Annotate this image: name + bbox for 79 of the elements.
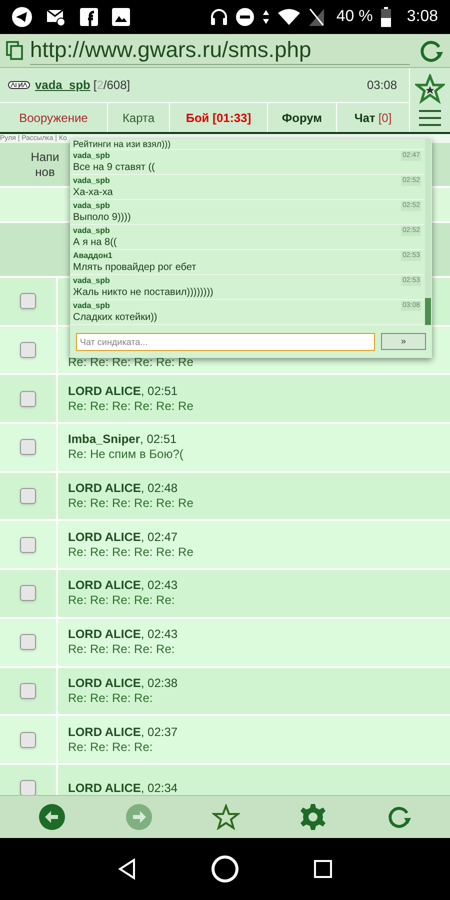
do-not-disturb-icon bbox=[236, 8, 254, 26]
message-sender-time: LORD ALICE, 02:43 bbox=[68, 627, 178, 642]
message-subject[interactable]: Re: Re: Re: Re: Re: Re bbox=[68, 398, 194, 414]
username-link[interactable]: vada_spb bbox=[35, 76, 90, 94]
nav-tab[interactable]: Бой [01:33] bbox=[170, 103, 268, 132]
mail-icon bbox=[46, 8, 66, 26]
checkbox[interactable] bbox=[20, 634, 36, 650]
scrollbar-thumb[interactable] bbox=[425, 298, 431, 325]
chat-author: vada_spb bbox=[73, 275, 110, 287]
chat-message: Ха-ха-ха bbox=[73, 186, 113, 198]
chat-input[interactable]: Чат синдиката... bbox=[76, 332, 375, 350]
data-arrows-icon bbox=[262, 9, 270, 25]
chat-author: vada_spb bbox=[73, 175, 110, 187]
message-sender-time: LORD ALICE, 02:47 bbox=[68, 530, 178, 545]
message-sender-time: LORD ALICE, 02:37 bbox=[68, 724, 178, 740]
star-icon[interactable] bbox=[212, 804, 240, 830]
no-sim-icon bbox=[308, 8, 324, 26]
message-subject[interactable]: Re: Re: Re: Re: Re: Re bbox=[68, 544, 194, 560]
checkbox[interactable] bbox=[20, 732, 36, 748]
checkbox[interactable] bbox=[20, 585, 36, 602]
nav-tab[interactable]: Карта bbox=[108, 103, 170, 132]
send-button[interactable]: » bbox=[381, 333, 426, 350]
chat-message: А я на 8(( bbox=[73, 236, 117, 248]
home-circle-icon[interactable] bbox=[210, 855, 239, 883]
nav-tab[interactable]: Форум bbox=[268, 103, 337, 132]
image-icon bbox=[112, 8, 130, 26]
checkbox[interactable] bbox=[20, 439, 36, 456]
clock: 3:08 bbox=[406, 7, 438, 27]
chat-author: vada_spb bbox=[73, 150, 110, 162]
message-subject[interactable]: Re: Re: Re: Re: Re: Re bbox=[68, 496, 194, 512]
checkbox[interactable] bbox=[20, 536, 36, 553]
message-sender-time: LORD ALICE, 02:34 bbox=[68, 780, 178, 795]
back-triangle-icon[interactable] bbox=[118, 858, 136, 880]
chat-author: Аваддон1 bbox=[73, 250, 112, 262]
chat-message: Сладких котейки)) bbox=[73, 312, 158, 324]
message-sender-time: LORD ALICE, 02:43 bbox=[68, 578, 178, 594]
message-subject[interactable]: Re: Re: Re: Re: bbox=[68, 690, 153, 706]
clan-badge-icon bbox=[8, 81, 30, 89]
message-subject[interactable]: Re: Re: Re: Re: bbox=[68, 740, 153, 755]
message-subject[interactable]: Re: Re: Re: Re: Re: bbox=[68, 593, 175, 608]
checkbox[interactable] bbox=[20, 293, 36, 310]
chat-message: Рейтинги на изи взял))) bbox=[73, 139, 171, 149]
message-subject[interactable]: Re: Не спим в Бою?( bbox=[68, 447, 184, 462]
chat-message: Выполо 9)))) bbox=[73, 212, 131, 224]
copy-icon[interactable] bbox=[6, 40, 24, 60]
menu-icon[interactable] bbox=[419, 110, 441, 126]
message-sender-time: Imba_Sniper, 02:51 bbox=[68, 432, 177, 448]
square-app-icon bbox=[80, 8, 98, 26]
chat-message: Все на 9 ставят (( bbox=[73, 162, 155, 174]
nav-tab[interactable]: Вооружение bbox=[0, 103, 108, 132]
checkbox[interactable] bbox=[20, 682, 36, 699]
checkbox[interactable] bbox=[20, 488, 36, 504]
chat-message: Жаль никто не поставил)))))))) bbox=[73, 286, 214, 298]
chat-author: vada_spb bbox=[73, 200, 110, 212]
checkbox[interactable] bbox=[20, 342, 36, 358]
table-heading: нов bbox=[35, 164, 55, 180]
message-sender-time: LORD ALICE, 02:51 bbox=[68, 384, 178, 399]
checkbox[interactable] bbox=[20, 390, 36, 407]
wifi-icon bbox=[278, 9, 300, 25]
chat-message: Млять провайдер рог ебет bbox=[73, 262, 196, 274]
table-heading: Напи bbox=[30, 150, 60, 164]
checkbox[interactable] bbox=[20, 780, 36, 795]
message-sender-time: LORD ALICE, 02:38 bbox=[68, 676, 178, 691]
message-counter: [2/608] bbox=[93, 77, 130, 94]
message-sender-time: LORD ALICE, 02:48 bbox=[68, 481, 178, 496]
headphones-icon bbox=[210, 8, 228, 26]
chat-author: vada_spb bbox=[73, 300, 110, 312]
nav-tab[interactable]: Чат [0] bbox=[337, 103, 410, 132]
star-icon[interactable] bbox=[415, 74, 445, 104]
settings-icon[interactable] bbox=[299, 803, 328, 831]
reload-icon[interactable] bbox=[386, 804, 412, 830]
message-subject[interactable]: Re: Re: Re: Re: Re: bbox=[68, 642, 175, 658]
overview-square-icon[interactable] bbox=[314, 860, 332, 878]
chat-author: vada_spb bbox=[73, 225, 110, 237]
battery-icon bbox=[380, 7, 391, 27]
paper-plane-icon bbox=[12, 7, 32, 27]
server-time: 03:08 bbox=[366, 77, 397, 94]
battery-percent: 40 % bbox=[336, 7, 373, 27]
message-subject[interactable]: Re: Re: Re: Re: Re: Re bbox=[68, 355, 194, 370]
